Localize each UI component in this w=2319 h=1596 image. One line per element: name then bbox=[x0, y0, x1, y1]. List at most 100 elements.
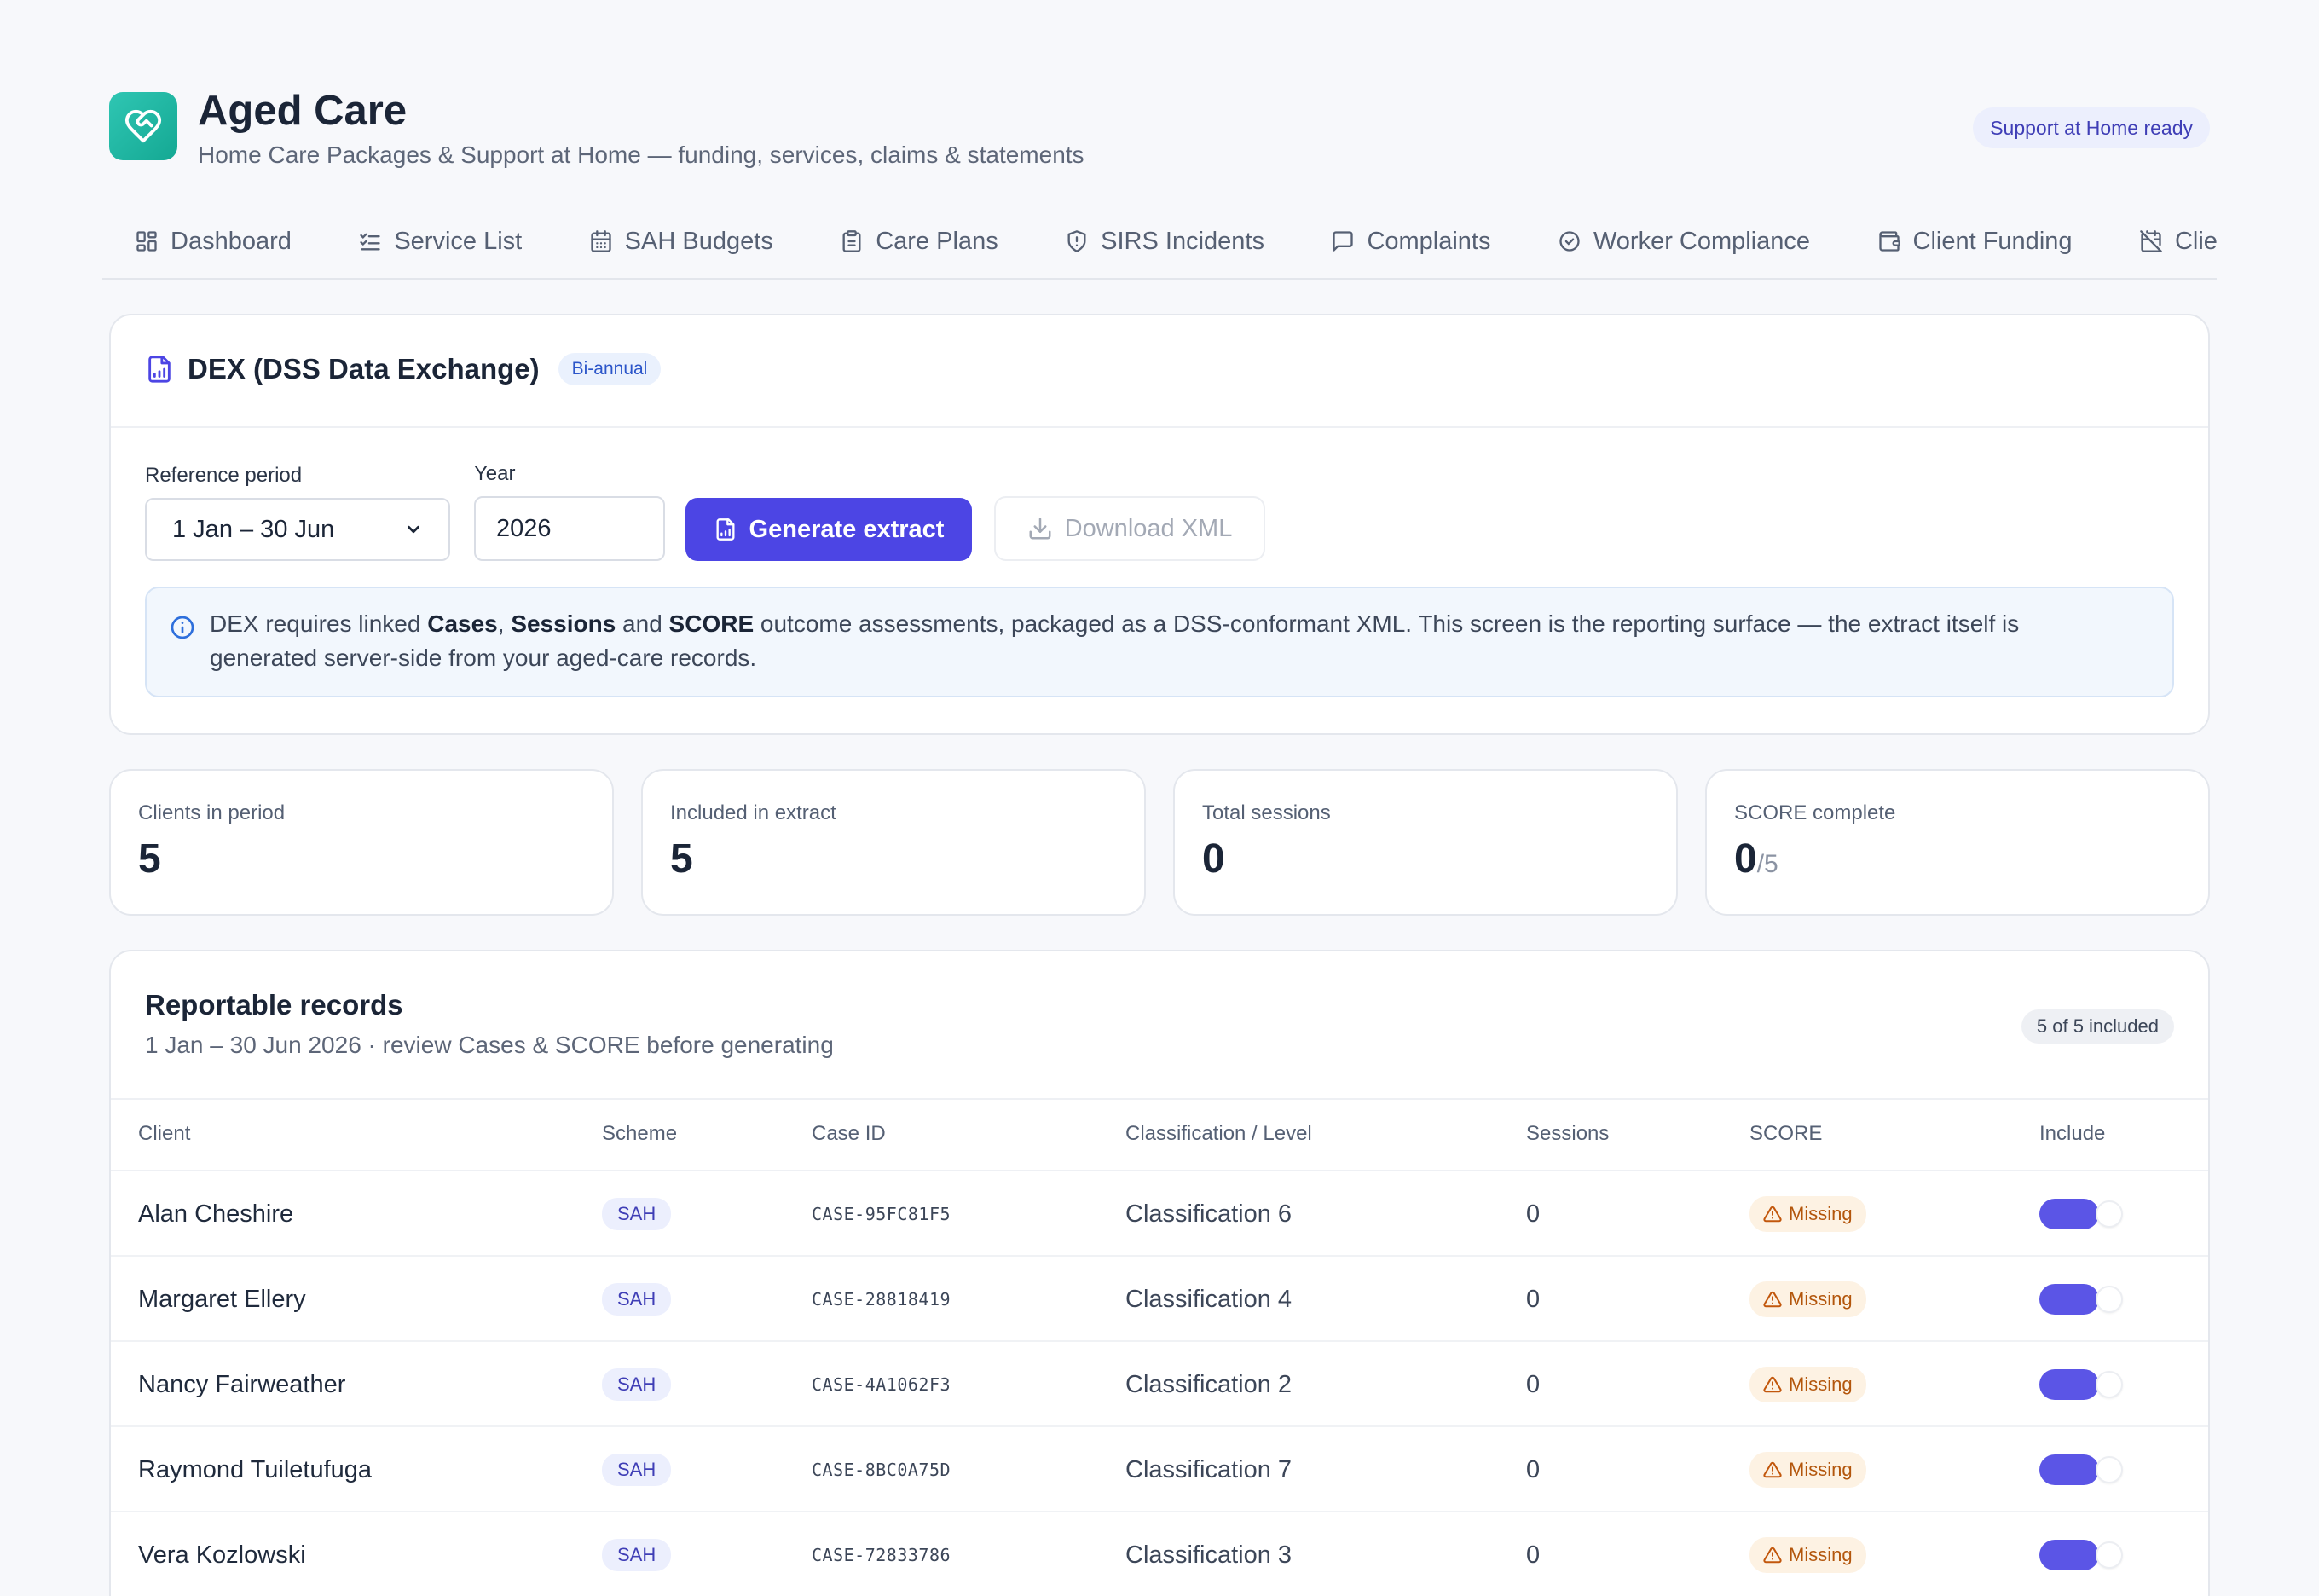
column-header-case-id[interactable]: Case ID bbox=[812, 1122, 886, 1146]
column-header-classification[interactable]: Classification / Level bbox=[1125, 1122, 1312, 1146]
table-row[interactable]: Margaret Ellery SAH CASE-28818419 Classific… bbox=[111, 1257, 2208, 1342]
dex-title: DEX (DSS Data Exchange) bbox=[188, 353, 540, 385]
score-status-badge: Missing bbox=[1749, 1452, 1866, 1488]
stat-sub: /5 bbox=[1756, 850, 1778, 878]
column-header-client[interactable]: Client bbox=[138, 1122, 190, 1146]
wallet-icon bbox=[1878, 231, 1900, 252]
toggle-knob bbox=[2096, 1200, 2123, 1228]
year-label: Year bbox=[474, 462, 516, 485]
stat-number: 5 bbox=[670, 836, 693, 882]
scheme-badge: SAH bbox=[602, 1283, 672, 1316]
divider bbox=[111, 426, 2208, 428]
tab-care-plans[interactable]: Care Plans bbox=[807, 211, 1028, 271]
classification: Classification 6 bbox=[1125, 1200, 1293, 1228]
include-cell bbox=[2039, 1342, 2125, 1427]
download-xml-label: Download XML bbox=[1064, 514, 1233, 542]
toggle-track bbox=[2039, 1540, 2099, 1570]
toggle-track bbox=[2039, 1199, 2099, 1229]
sessions-count: 0 bbox=[1526, 1200, 1541, 1228]
tab-dashboard[interactable]: Dashboard bbox=[102, 211, 322, 271]
table-row[interactable]: Raymond Tuiletufuga SAH CASE-8BC0A75D Class… bbox=[111, 1427, 2208, 1512]
toggle-track bbox=[2039, 1369, 2099, 1400]
info-icon bbox=[171, 616, 194, 639]
score-cell: Missing bbox=[1749, 1171, 1866, 1257]
column-header-scheme[interactable]: Scheme bbox=[602, 1122, 677, 1146]
scheme-badge: SAH bbox=[602, 1454, 672, 1486]
tab-label: Worker Compliance bbox=[1593, 227, 1811, 255]
message-square-icon bbox=[1333, 231, 1354, 252]
include-cell bbox=[2039, 1171, 2125, 1257]
year-input[interactable]: 2026 bbox=[474, 496, 665, 561]
file-chart-icon bbox=[148, 356, 171, 383]
generate-extract-label: Generate extract bbox=[749, 515, 945, 543]
reference-period-label: Reference period bbox=[145, 464, 303, 487]
toggle-knob bbox=[2096, 1371, 2123, 1398]
stat-label: SCORE complete bbox=[1734, 801, 1896, 824]
include-toggle[interactable] bbox=[2039, 1368, 2125, 1402]
client-name: Alan Cheshire bbox=[138, 1200, 294, 1228]
app-title: Aged Care bbox=[198, 88, 408, 134]
classification: Classification 2 bbox=[1125, 1370, 1293, 1398]
calendar-off-icon bbox=[2140, 230, 2162, 252]
sessions-count: 0 bbox=[1526, 1541, 1541, 1569]
tab-label: SAH Budgets bbox=[624, 227, 773, 255]
info-text-1: DEX requires linked bbox=[210, 610, 428, 637]
divider bbox=[111, 1098, 2208, 1100]
scheme-cell: SAH bbox=[602, 1257, 672, 1342]
score-cell: Missing bbox=[1749, 1257, 1866, 1342]
tab-service-list[interactable]: Service List bbox=[326, 211, 552, 271]
column-header-score[interactable]: SCORE bbox=[1749, 1122, 1822, 1146]
chevron-down-icon bbox=[408, 525, 419, 534]
generate-extract-button[interactable]: Generate extract bbox=[685, 498, 972, 561]
tab-worker-compliance[interactable]: Worker Compliance bbox=[1525, 211, 1841, 271]
tab-client-l[interactable]: Client L bbox=[2107, 211, 2217, 271]
stat-card-sessions: Total sessions 0 bbox=[1173, 769, 1678, 916]
sessions-count: 0 bbox=[1526, 1455, 1541, 1483]
alert-triangle-icon bbox=[1763, 1206, 1782, 1223]
heart-handshake-icon bbox=[109, 92, 177, 160]
reference-period-select[interactable]: 1 Jan – 30 Jun bbox=[145, 498, 450, 561]
download-xml-button[interactable]: Download XML bbox=[994, 496, 1265, 561]
column-header-sessions[interactable]: Sessions bbox=[1526, 1122, 1609, 1146]
tab-sirs-incidents[interactable]: SIRS Incidents bbox=[1032, 211, 1295, 271]
records-subtitle: 1 Jan – 30 Jun 2026 · review Cases & SCO… bbox=[145, 1032, 834, 1058]
tab-label: Care Plans bbox=[876, 227, 998, 255]
score-status-label: Missing bbox=[1789, 1459, 1853, 1480]
include-toggle[interactable] bbox=[2039, 1538, 2125, 1572]
tab-client-funding[interactable]: Client Funding bbox=[1845, 211, 2103, 271]
score-status-badge: Missing bbox=[1749, 1537, 1866, 1573]
check-circle-icon bbox=[1559, 231, 1580, 252]
tab-label: Dashboard bbox=[171, 227, 292, 255]
table-row[interactable]: Nancy Fairweather SAH CASE-4A1062F3 Classif… bbox=[111, 1342, 2208, 1427]
include-toggle[interactable] bbox=[2039, 1197, 2125, 1231]
stat-card-clients: Clients in period 5 bbox=[109, 769, 614, 916]
toggle-knob bbox=[2096, 1286, 2123, 1313]
score-cell: Missing bbox=[1749, 1342, 1866, 1427]
include-toggle[interactable] bbox=[2039, 1282, 2125, 1316]
include-toggle[interactable] bbox=[2039, 1453, 2125, 1487]
info-bold-cases: Cases bbox=[427, 610, 498, 637]
year-value: 2026 bbox=[496, 514, 552, 542]
case-id: CASE-28818419 bbox=[812, 1289, 951, 1310]
tab-label: Complaints bbox=[1367, 227, 1491, 255]
score-status-label: Missing bbox=[1789, 1373, 1853, 1395]
score-status-badge: Missing bbox=[1749, 1367, 1866, 1402]
score-cell: Missing bbox=[1749, 1427, 1866, 1512]
toggle-knob bbox=[2096, 1456, 2123, 1483]
stat-value: 0/5 bbox=[1734, 836, 1778, 882]
alert-triangle-icon bbox=[1763, 1547, 1782, 1564]
tab-label: Client Funding bbox=[1912, 227, 2073, 255]
tab-label: SIRS Incidents bbox=[1101, 227, 1264, 255]
clipboard-icon bbox=[842, 230, 861, 252]
shield-alert-icon bbox=[1067, 230, 1086, 252]
stat-label: Clients in period bbox=[138, 801, 286, 824]
classification: Classification 7 bbox=[1125, 1455, 1293, 1483]
table-row[interactable]: Vera Kozlowski SAH CASE-72833786 Classifica… bbox=[111, 1512, 2208, 1596]
column-header-include[interactable]: Include bbox=[2039, 1122, 2105, 1146]
tab-complaints[interactable]: Complaints bbox=[1298, 211, 1521, 271]
score-status-label: Missing bbox=[1789, 1544, 1853, 1565]
tab-sah-budgets[interactable]: SAH Budgets bbox=[557, 211, 804, 271]
info-callout: DEX requires linked Cases, Sessions and … bbox=[145, 587, 2174, 697]
info-text-2: , bbox=[497, 610, 512, 637]
table-row[interactable]: Alan Cheshire SAH CASE-95FC81F5 Classificat… bbox=[111, 1171, 2208, 1257]
